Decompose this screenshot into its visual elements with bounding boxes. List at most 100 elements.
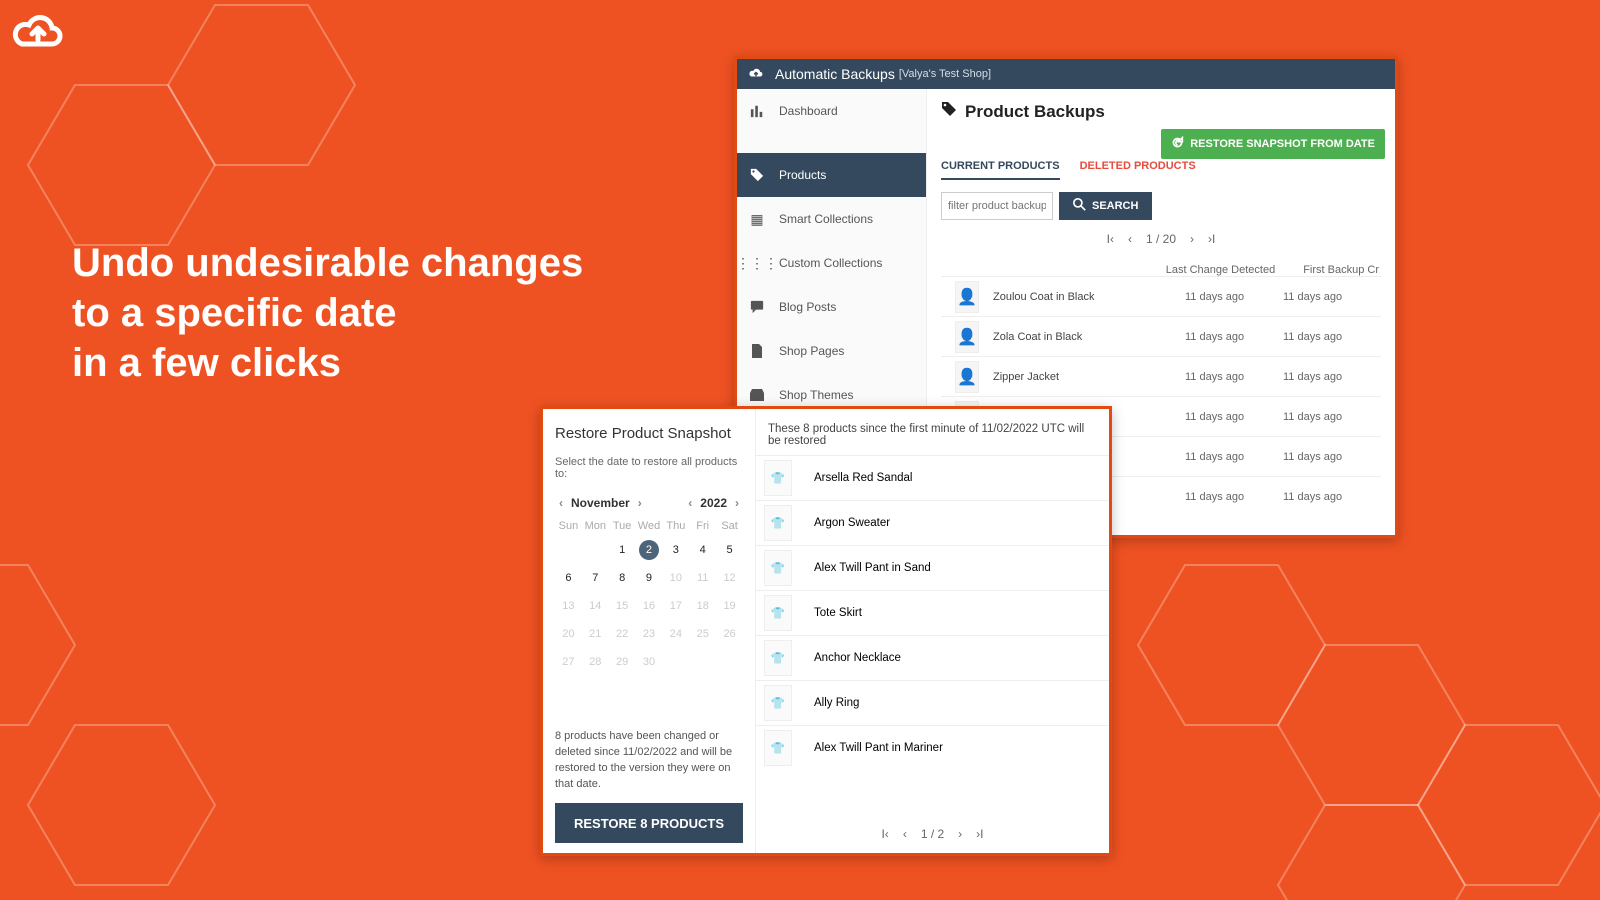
calendar-grid: SunMonTueWedThuFriSat1234567891011121314… bbox=[555, 520, 743, 672]
page-first-icon[interactable]: I‹ bbox=[1107, 232, 1114, 246]
cell-first-backup: 11 days ago bbox=[1283, 331, 1381, 343]
search-label: SEARCH bbox=[1092, 200, 1138, 212]
product-name: Anchor Necklace bbox=[814, 652, 901, 664]
calendar-day: 11 bbox=[689, 568, 716, 588]
list-item[interactable]: 👕Argon Sweater bbox=[756, 500, 1109, 545]
table-row[interactable]: 👤Zola Coat in Black11 days ago11 days ag… bbox=[941, 316, 1381, 356]
modal-subtitle: Select the date to restore all products … bbox=[555, 456, 743, 480]
tabs: CURRENT PRODUCTS DELETED PRODUCTS bbox=[941, 160, 1381, 180]
table-header: Last Change Detected First Backup Cr bbox=[941, 264, 1381, 276]
list-item[interactable]: 👕Alex Twill Pant in Mariner bbox=[756, 725, 1109, 770]
sidebar-item-shop-pages[interactable]: Shop Pages bbox=[737, 329, 926, 373]
table-row[interactable]: 👤Zipper Jacket11 days ago11 days ago bbox=[941, 356, 1381, 396]
modal-title: Restore Product Snapshot bbox=[555, 425, 743, 442]
weekday-label: Wed bbox=[636, 520, 663, 532]
calendar-day: 24 bbox=[662, 624, 689, 644]
weekday-label: Fri bbox=[689, 520, 716, 532]
calendar-day[interactable]: 4 bbox=[689, 540, 716, 560]
list-item[interactable]: 👕 Arsella Red Sandal bbox=[756, 455, 1109, 500]
search-icon bbox=[1073, 198, 1086, 214]
tab-deleted-products[interactable]: DELETED PRODUCTS bbox=[1080, 160, 1196, 180]
calendar-day[interactable]: 3 bbox=[662, 540, 689, 560]
calendar-day: 26 bbox=[716, 624, 743, 644]
sidebar-item-label: Blog Posts bbox=[779, 300, 836, 314]
list-item[interactable]: 👕 Tote Skirt bbox=[756, 590, 1109, 635]
page-indicator: 1 / 20 bbox=[1146, 232, 1176, 246]
sidebar-item-smart-collections[interactable]: ▦ Smart Collections bbox=[737, 197, 926, 241]
search-button[interactable]: SEARCH bbox=[1059, 192, 1152, 220]
page-indicator: 1 / 2 bbox=[921, 827, 944, 841]
calendar-day: 19 bbox=[716, 596, 743, 616]
cell-first-backup: 11 days ago bbox=[1283, 371, 1381, 383]
page-prev-icon[interactable]: ‹ bbox=[903, 827, 907, 841]
sidebar-item-label: Products bbox=[779, 168, 826, 182]
restore-list-message: These 8 products since the first minute … bbox=[756, 409, 1109, 455]
calendar-day[interactable]: 7 bbox=[582, 568, 609, 588]
product-thumb: 👕 bbox=[764, 550, 792, 586]
calendar-day: 10 bbox=[662, 568, 689, 588]
calendar-day[interactable]: 9 bbox=[636, 568, 663, 588]
cell-first-backup: 11 days ago bbox=[1283, 451, 1381, 463]
page-last-icon[interactable]: ›I bbox=[1208, 232, 1215, 246]
col-last-change: Last Change Detected bbox=[1166, 264, 1275, 276]
sidebar-item-dashboard[interactable]: Dashboard bbox=[737, 89, 926, 133]
product-thumb: 👕 bbox=[764, 640, 792, 676]
product-name: Zola Coat in Black bbox=[993, 331, 1185, 343]
store-icon bbox=[749, 389, 765, 401]
product-thumb: 👕 bbox=[764, 460, 792, 496]
list-item[interactable]: 👕 Anchor Necklace bbox=[756, 635, 1109, 680]
calendar-day: 20 bbox=[555, 624, 582, 644]
product-name: Alex Twill Pant in Sand bbox=[814, 562, 931, 574]
cloud-upload-icon bbox=[747, 66, 765, 83]
product-name: Alex Twill Pant in Mariner bbox=[814, 742, 943, 754]
month-next-icon[interactable]: › bbox=[638, 496, 642, 510]
sidebar-item-custom-collections[interactable]: ⋮⋮⋮ Custom Collections bbox=[737, 241, 926, 285]
restore-snapshot-button[interactable]: RESTORE SNAPSHOT FROM DATE bbox=[1161, 129, 1385, 159]
month-label: November bbox=[571, 496, 630, 510]
year-prev-icon[interactable]: ‹ bbox=[688, 496, 692, 510]
restore-products-button[interactable]: RESTORE 8 PRODUCTS bbox=[555, 803, 743, 843]
year-next-icon[interactable]: › bbox=[735, 496, 739, 510]
cell-last-change: 11 days ago bbox=[1185, 371, 1283, 383]
weekday-label: Sat bbox=[716, 520, 743, 532]
list-item[interactable]: 👕 Alex Twill Pant in Sand bbox=[756, 545, 1109, 590]
page-last-icon[interactable]: ›I bbox=[976, 827, 983, 841]
page-next-icon[interactable]: › bbox=[1190, 232, 1194, 246]
month-prev-icon[interactable]: ‹ bbox=[559, 496, 563, 510]
calendar-day[interactable]: 8 bbox=[609, 568, 636, 588]
sidebar-item-label: Shop Pages bbox=[779, 344, 844, 358]
page-first-icon[interactable]: I‹ bbox=[881, 827, 888, 841]
calendar-day: 17 bbox=[662, 596, 689, 616]
product-thumb: 👤 bbox=[955, 321, 979, 353]
headline-line: Undo undesirable changes bbox=[72, 238, 583, 288]
filter-input[interactable] bbox=[941, 192, 1053, 220]
app-header: Automatic Backups [Valya's Test Shop] bbox=[737, 59, 1395, 89]
sidebar-item-products[interactable]: Products bbox=[737, 153, 926, 197]
weekday-label: Thu bbox=[662, 520, 689, 532]
product-name: Arsella Red Sandal bbox=[814, 472, 912, 484]
table-row[interactable]: 👤Zoulou Coat in Black11 days ago11 days … bbox=[941, 276, 1381, 316]
calendar-day: 15 bbox=[609, 596, 636, 616]
weekday-label: Sun bbox=[555, 520, 582, 532]
headline-line: in a few clicks bbox=[72, 338, 583, 388]
list-item[interactable]: 👕Ally Ring bbox=[756, 680, 1109, 725]
page-next-icon[interactable]: › bbox=[958, 827, 962, 841]
page-prev-icon[interactable]: ‹ bbox=[1128, 232, 1132, 246]
product-thumb: 👕 bbox=[764, 595, 792, 631]
calendar-day[interactable]: 2 bbox=[639, 540, 659, 560]
product-thumb: 👕 bbox=[764, 505, 792, 541]
calendar-day: 25 bbox=[689, 624, 716, 644]
calendar-day[interactable]: 6 bbox=[555, 568, 582, 588]
cell-last-change: 11 days ago bbox=[1185, 331, 1283, 343]
product-thumb: 👕 bbox=[764, 685, 792, 721]
tab-current-products[interactable]: CURRENT PRODUCTS bbox=[941, 160, 1060, 180]
sidebar-item-blog-posts[interactable]: Blog Posts bbox=[737, 285, 926, 329]
product-name: Zoulou Coat in Black bbox=[993, 291, 1185, 303]
calendar-day[interactable]: 5 bbox=[716, 540, 743, 560]
product-name: Zipper Jacket bbox=[993, 371, 1185, 383]
product-name: Tote Skirt bbox=[814, 607, 862, 619]
calendar-day[interactable]: 1 bbox=[609, 540, 636, 560]
restore-product-list: 👕Arsella Red Sandal👕Argon Sweater👕Alex T… bbox=[756, 455, 1109, 815]
bars-icon bbox=[749, 104, 765, 118]
calendar-day: 16 bbox=[636, 596, 663, 616]
